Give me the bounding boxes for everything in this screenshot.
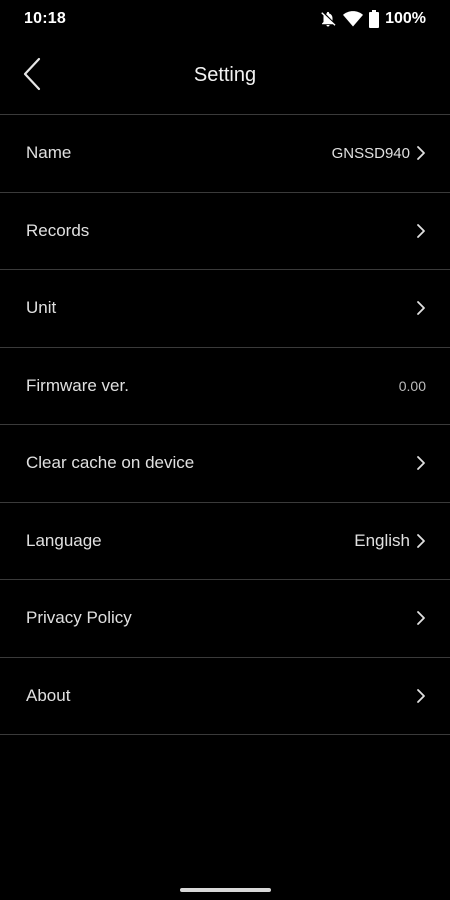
home-indicator[interactable] [180, 888, 271, 892]
setting-label: Clear cache on device [26, 453, 195, 473]
setting-label: About [26, 685, 71, 705]
firmware-version-value: 0.00 [398, 377, 426, 394]
status-icons: 100% [319, 10, 426, 28]
setting-row-language[interactable]: Language English [0, 503, 450, 580]
status-time: 10:18 [24, 10, 66, 27]
setting-label: Language [26, 530, 102, 550]
chevron-right-icon [416, 688, 426, 704]
setting-row-firmware: Firmware ver. 0.00 [0, 348, 450, 425]
chevron-right-icon [416, 223, 426, 239]
setting-value: GNSSD940 [331, 144, 410, 162]
setting-label: Privacy Policy [26, 608, 132, 628]
setting-row-records[interactable]: Records [0, 193, 450, 270]
setting-row-name[interactable]: Name GNSSD940 [0, 115, 450, 193]
page-title: Setting [193, 64, 257, 86]
setting-row-about[interactable]: About [0, 658, 450, 735]
battery-icon [369, 10, 380, 28]
setting-row-clear-cache[interactable]: Clear cache on device [0, 425, 450, 503]
chevron-right-icon [416, 455, 426, 471]
battery-percent: 100% [385, 10, 426, 27]
setting-label: Name [26, 143, 72, 163]
chevron-right-icon [416, 533, 426, 549]
notifications-off-icon [319, 10, 337, 28]
setting-label: Unit [26, 298, 57, 318]
chevron-right-icon [416, 610, 426, 626]
wifi-icon [343, 10, 364, 28]
status-bar: 10:18 100% [0, 0, 450, 38]
setting-row-privacy-policy[interactable]: Privacy Policy [0, 580, 450, 658]
app-header: Setting [0, 38, 450, 114]
setting-value: English [354, 530, 410, 550]
chevron-right-icon [416, 145, 426, 161]
setting-row-unit[interactable]: Unit [0, 270, 450, 348]
setting-label: Records [26, 220, 90, 240]
chevron-right-icon [416, 300, 426, 316]
settings-list: Name GNSSD940 Records Unit Firmware ver.… [0, 114, 450, 735]
setting-label: Firmware ver. [26, 375, 129, 395]
